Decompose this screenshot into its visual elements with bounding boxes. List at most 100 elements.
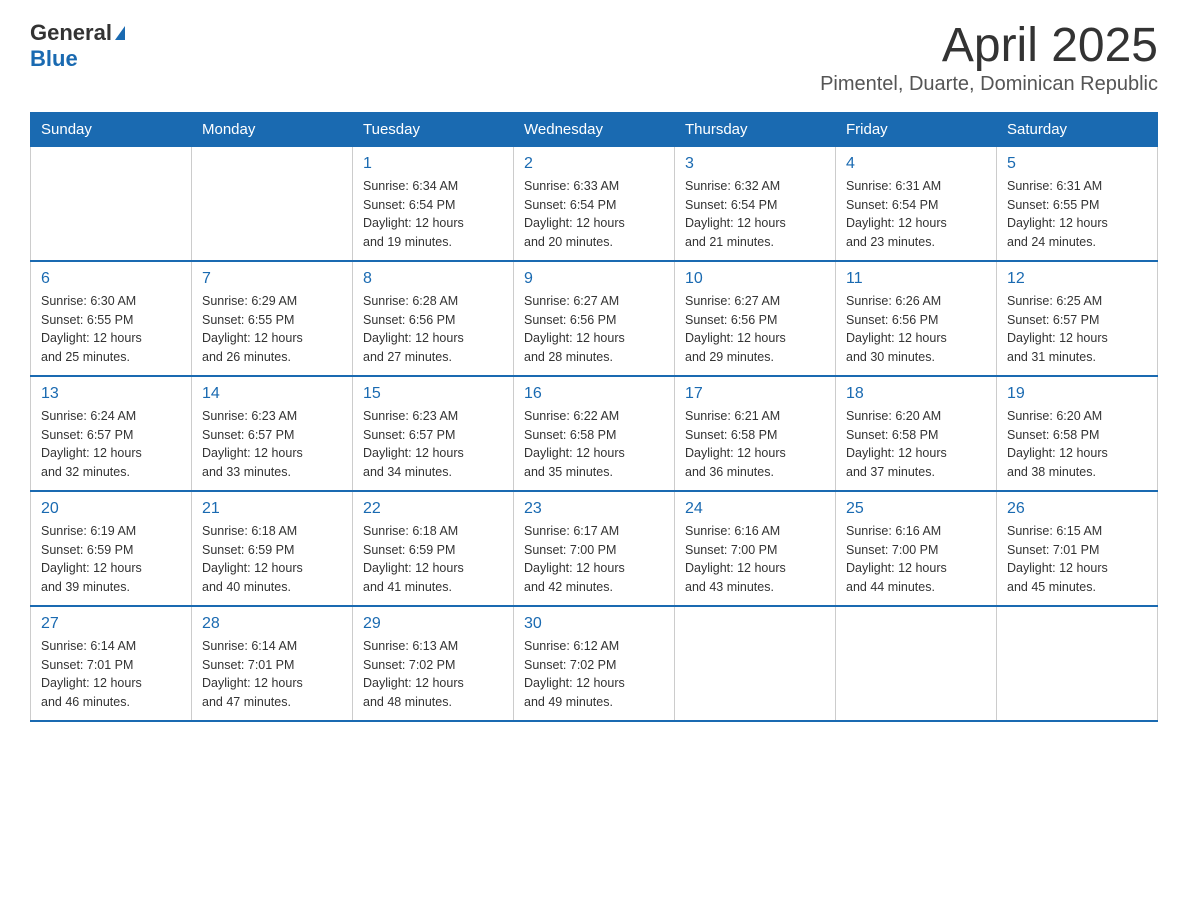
calendar-cell: 30 Sunrise: 6:12 AM Sunset: 7:02 PM Dayli… xyxy=(514,606,675,721)
day-number: 27 xyxy=(41,615,181,633)
day-number: 10 xyxy=(685,270,825,288)
day-info: Sunrise: 6:23 AM Sunset: 6:57 PM Dayligh… xyxy=(363,407,503,482)
day-number: 14 xyxy=(202,385,342,403)
calendar-cell: 15 Sunrise: 6:23 AM Sunset: 6:57 PM Dayli… xyxy=(353,376,514,491)
day-info: Sunrise: 6:25 AM Sunset: 6:57 PM Dayligh… xyxy=(1007,292,1147,367)
calendar-cell: 27 Sunrise: 6:14 AM Sunset: 7:01 PM Dayli… xyxy=(31,606,192,721)
logo-general: General xyxy=(30,20,112,46)
day-number: 8 xyxy=(363,270,503,288)
day-number: 18 xyxy=(846,385,986,403)
page-subtitle: Pimentel, Duarte, Dominican Republic xyxy=(820,73,1158,96)
day-info: Sunrise: 6:22 AM Sunset: 6:58 PM Dayligh… xyxy=(524,407,664,482)
day-info: Sunrise: 6:33 AM Sunset: 6:54 PM Dayligh… xyxy=(524,177,664,252)
day-info: Sunrise: 6:18 AM Sunset: 6:59 PM Dayligh… xyxy=(202,522,342,597)
day-info: Sunrise: 6:14 AM Sunset: 7:01 PM Dayligh… xyxy=(41,637,181,712)
day-info: Sunrise: 6:12 AM Sunset: 7:02 PM Dayligh… xyxy=(524,637,664,712)
calendar-cell: 28 Sunrise: 6:14 AM Sunset: 7:01 PM Dayli… xyxy=(192,606,353,721)
calendar-cell: 4 Sunrise: 6:31 AM Sunset: 6:54 PM Daylig… xyxy=(836,146,997,261)
day-info: Sunrise: 6:21 AM Sunset: 6:58 PM Dayligh… xyxy=(685,407,825,482)
calendar-table: SundayMondayTuesdayWednesdayThursdayFrid… xyxy=(30,112,1158,722)
day-info: Sunrise: 6:27 AM Sunset: 6:56 PM Dayligh… xyxy=(685,292,825,367)
day-info: Sunrise: 6:18 AM Sunset: 6:59 PM Dayligh… xyxy=(363,522,503,597)
day-number: 20 xyxy=(41,500,181,518)
calendar-cell: 23 Sunrise: 6:17 AM Sunset: 7:00 PM Dayli… xyxy=(514,491,675,606)
calendar-cell: 5Sunrise: 6:31 AM Sunset: 6:55 PM Daylig… xyxy=(997,146,1158,261)
day-info: Sunrise: 6:24 AM Sunset: 6:57 PM Dayligh… xyxy=(41,407,181,482)
day-number: 19 xyxy=(1007,385,1147,403)
calendar-cell xyxy=(192,146,353,261)
calendar-cell: 1Sunrise: 6:34 AM Sunset: 6:54 PM Daylig… xyxy=(353,146,514,261)
calendar-cell: 19 Sunrise: 6:20 AM Sunset: 6:58 PM Dayli… xyxy=(997,376,1158,491)
logo-triangle-icon xyxy=(115,26,125,40)
day-number: 2 xyxy=(524,155,664,173)
day-number: 15 xyxy=(363,385,503,403)
day-info: Sunrise: 6:32 AM Sunset: 6:54 PM Dayligh… xyxy=(685,177,825,252)
day-number: 12 xyxy=(1007,270,1147,288)
col-header-thursday: Thursday xyxy=(675,112,836,146)
calendar-cell: 21 Sunrise: 6:18 AM Sunset: 6:59 PM Dayli… xyxy=(192,491,353,606)
page-title: April 2025 xyxy=(820,20,1158,73)
calendar-cell: 11Sunrise: 6:26 AM Sunset: 6:56 PM Dayli… xyxy=(836,261,997,376)
calendar-cell: 18 Sunrise: 6:20 AM Sunset: 6:58 PM Dayli… xyxy=(836,376,997,491)
calendar-cell: 16 Sunrise: 6:22 AM Sunset: 6:58 PM Dayli… xyxy=(514,376,675,491)
day-number: 17 xyxy=(685,385,825,403)
day-info: Sunrise: 6:31 AM Sunset: 6:54 PM Dayligh… xyxy=(846,177,986,252)
day-number: 25 xyxy=(846,500,986,518)
day-info: Sunrise: 6:16 AM Sunset: 7:00 PM Dayligh… xyxy=(685,522,825,597)
calendar-cell: 7 Sunrise: 6:29 AM Sunset: 6:55 PM Daylig… xyxy=(192,261,353,376)
day-number: 24 xyxy=(685,500,825,518)
calendar-cell xyxy=(997,606,1158,721)
day-info: Sunrise: 6:30 AM Sunset: 6:55 PM Dayligh… xyxy=(41,292,181,367)
logo: General Blue xyxy=(30,20,125,72)
day-number: 3 xyxy=(685,155,825,173)
days-of-week-row: SundayMondayTuesdayWednesdayThursdayFrid… xyxy=(31,112,1158,146)
calendar-cell: 6Sunrise: 6:30 AM Sunset: 6:55 PM Daylig… xyxy=(31,261,192,376)
logo-blue: Blue xyxy=(30,46,125,72)
day-number: 7 xyxy=(202,270,342,288)
col-header-monday: Monday xyxy=(192,112,353,146)
day-info: Sunrise: 6:17 AM Sunset: 7:00 PM Dayligh… xyxy=(524,522,664,597)
calendar-cell: 25Sunrise: 6:16 AM Sunset: 7:00 PM Dayli… xyxy=(836,491,997,606)
calendar-cell: 13Sunrise: 6:24 AM Sunset: 6:57 PM Dayli… xyxy=(31,376,192,491)
calendar-cell: 3 Sunrise: 6:32 AM Sunset: 6:54 PM Daylig… xyxy=(675,146,836,261)
week-row-2: 6Sunrise: 6:30 AM Sunset: 6:55 PM Daylig… xyxy=(31,261,1158,376)
calendar-cell: 14 Sunrise: 6:23 AM Sunset: 6:57 PM Dayli… xyxy=(192,376,353,491)
day-number: 4 xyxy=(846,155,986,173)
calendar-cell: 20 Sunrise: 6:19 AM Sunset: 6:59 PM Dayli… xyxy=(31,491,192,606)
day-info: Sunrise: 6:13 AM Sunset: 7:02 PM Dayligh… xyxy=(363,637,503,712)
calendar-cell: 22 Sunrise: 6:18 AM Sunset: 6:59 PM Dayli… xyxy=(353,491,514,606)
week-row-5: 27 Sunrise: 6:14 AM Sunset: 7:01 PM Dayli… xyxy=(31,606,1158,721)
day-info: Sunrise: 6:19 AM Sunset: 6:59 PM Dayligh… xyxy=(41,522,181,597)
week-row-4: 20 Sunrise: 6:19 AM Sunset: 6:59 PM Dayli… xyxy=(31,491,1158,606)
calendar-cell: 9Sunrise: 6:27 AM Sunset: 6:56 PM Daylig… xyxy=(514,261,675,376)
col-header-friday: Friday xyxy=(836,112,997,146)
day-info: Sunrise: 6:14 AM Sunset: 7:01 PM Dayligh… xyxy=(202,637,342,712)
calendar-cell xyxy=(836,606,997,721)
day-number: 23 xyxy=(524,500,664,518)
week-row-3: 13Sunrise: 6:24 AM Sunset: 6:57 PM Dayli… xyxy=(31,376,1158,491)
day-info: Sunrise: 6:20 AM Sunset: 6:58 PM Dayligh… xyxy=(846,407,986,482)
day-info: Sunrise: 6:34 AM Sunset: 6:54 PM Dayligh… xyxy=(363,177,503,252)
day-info: Sunrise: 6:15 AM Sunset: 7:01 PM Dayligh… xyxy=(1007,522,1147,597)
calendar-cell: 17 Sunrise: 6:21 AM Sunset: 6:58 PM Dayli… xyxy=(675,376,836,491)
calendar-cell: 29Sunrise: 6:13 AM Sunset: 7:02 PM Dayli… xyxy=(353,606,514,721)
col-header-sunday: Sunday xyxy=(31,112,192,146)
day-number: 11 xyxy=(846,270,986,288)
calendar-header: SundayMondayTuesdayWednesdayThursdayFrid… xyxy=(31,112,1158,146)
calendar-cell xyxy=(31,146,192,261)
day-info: Sunrise: 6:20 AM Sunset: 6:58 PM Dayligh… xyxy=(1007,407,1147,482)
day-number: 30 xyxy=(524,615,664,633)
calendar-cell: 8Sunrise: 6:28 AM Sunset: 6:56 PM Daylig… xyxy=(353,261,514,376)
col-header-wednesday: Wednesday xyxy=(514,112,675,146)
day-number: 28 xyxy=(202,615,342,633)
col-header-tuesday: Tuesday xyxy=(353,112,514,146)
calendar-cell: 10 Sunrise: 6:27 AM Sunset: 6:56 PM Dayli… xyxy=(675,261,836,376)
day-number: 22 xyxy=(363,500,503,518)
day-number: 9 xyxy=(524,270,664,288)
week-row-1: 1Sunrise: 6:34 AM Sunset: 6:54 PM Daylig… xyxy=(31,146,1158,261)
day-number: 26 xyxy=(1007,500,1147,518)
day-info: Sunrise: 6:29 AM Sunset: 6:55 PM Dayligh… xyxy=(202,292,342,367)
day-info: Sunrise: 6:23 AM Sunset: 6:57 PM Dayligh… xyxy=(202,407,342,482)
day-number: 21 xyxy=(202,500,342,518)
day-number: 16 xyxy=(524,385,664,403)
